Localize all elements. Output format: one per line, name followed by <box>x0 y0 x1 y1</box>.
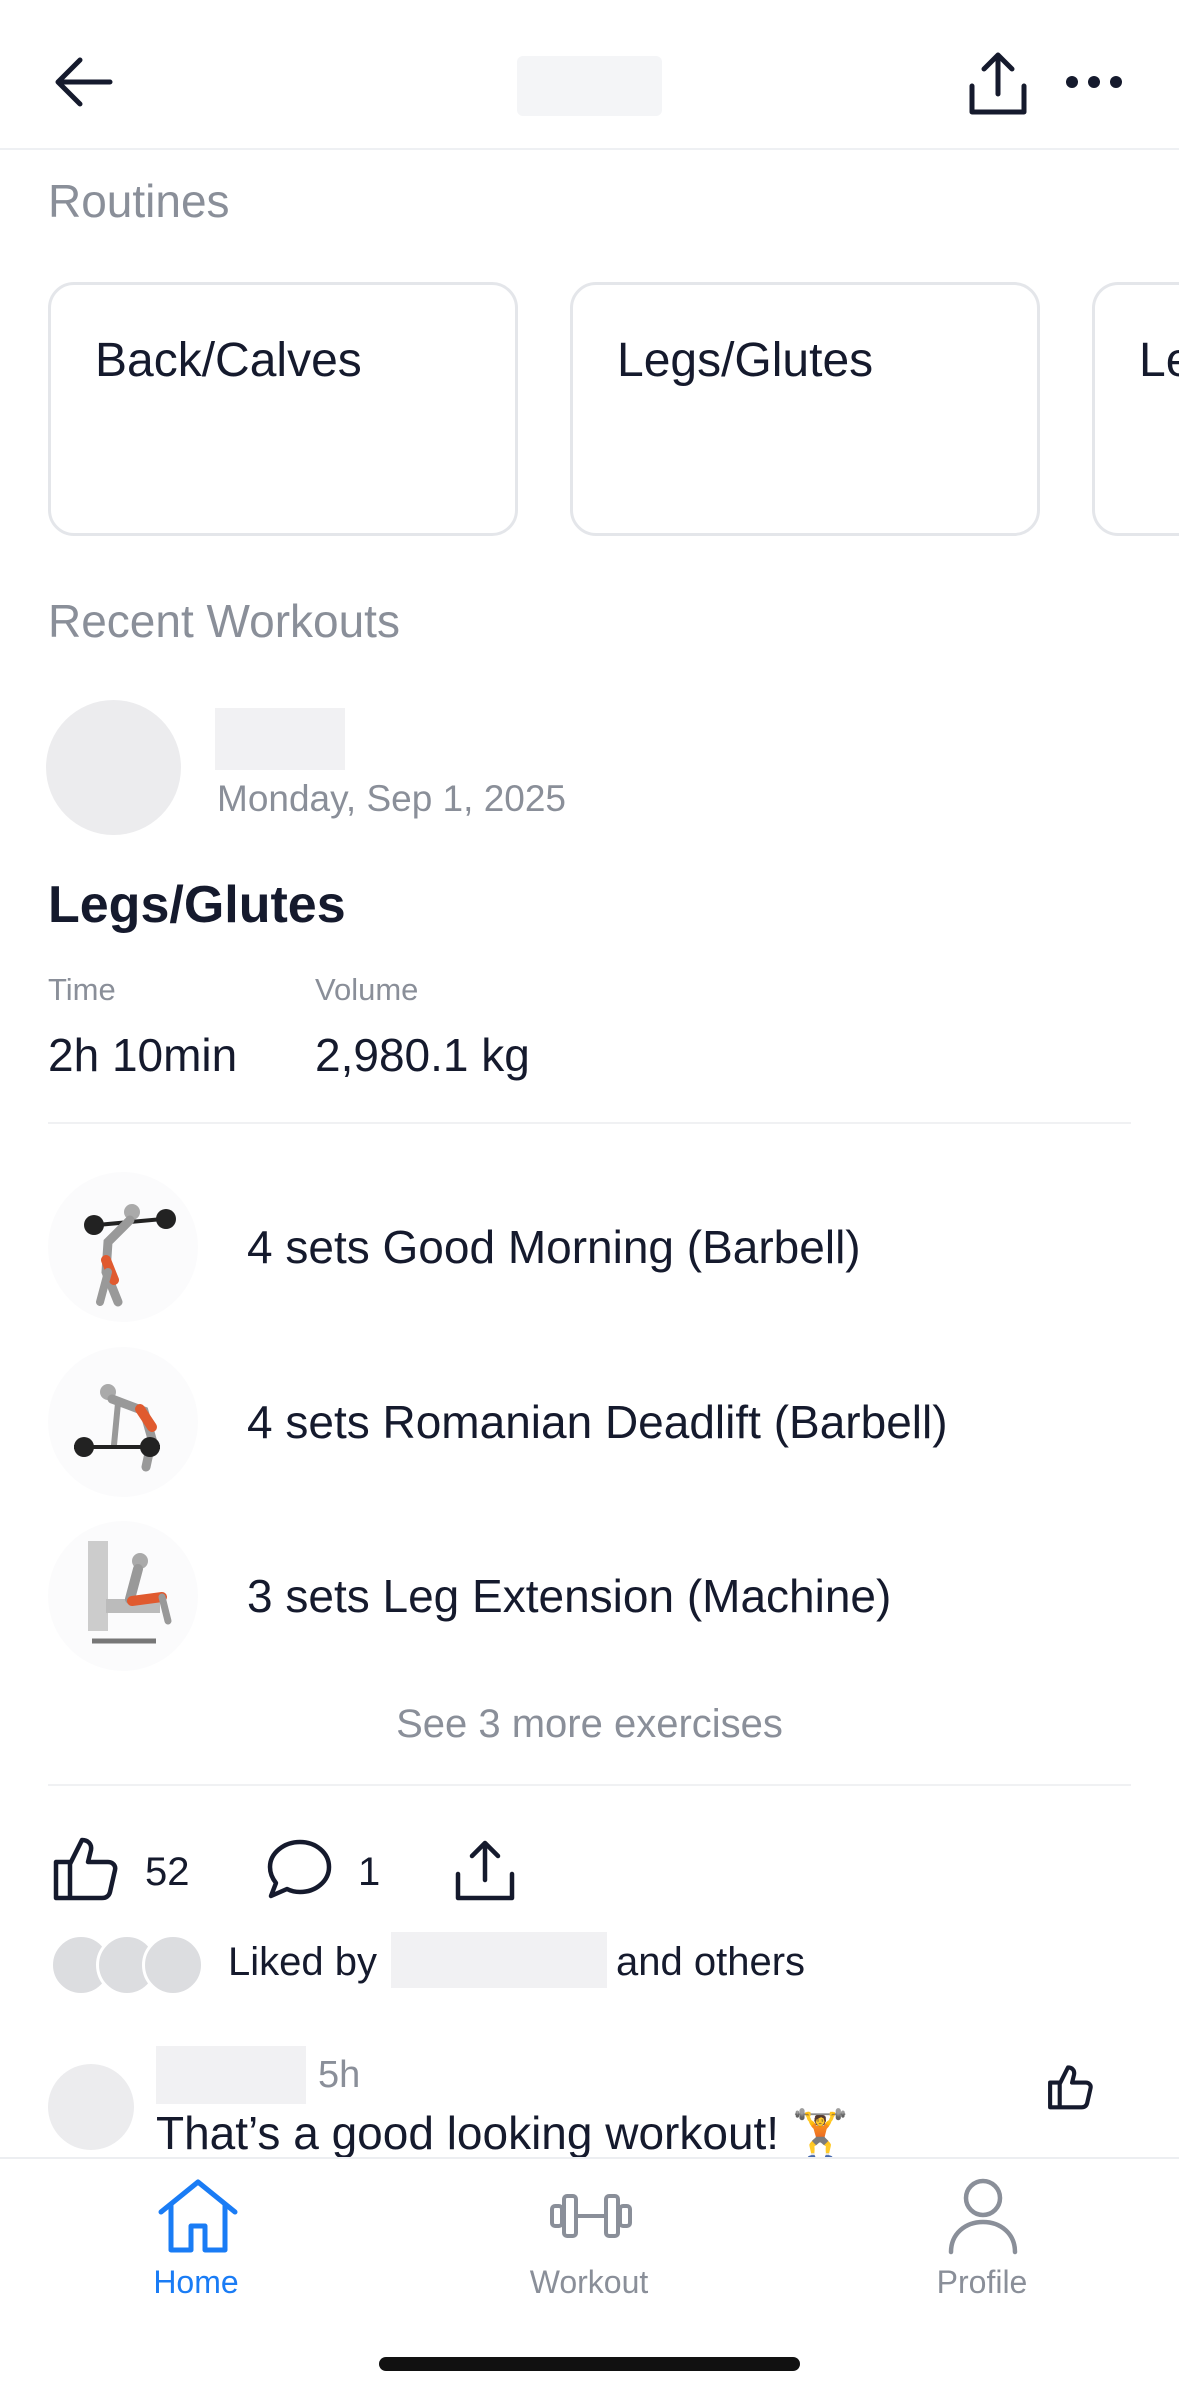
home-indicator <box>379 2357 800 2371</box>
exercise-thumbnail-romanian-deadlift <box>48 1347 198 1497</box>
exercise-item[interactable]: 3 sets Leg Extension (Machine) <box>247 1569 891 1623</box>
home-icon[interactable] <box>155 2176 241 2256</box>
routine-card-partial[interactable]: Le <box>1092 282 1179 536</box>
routine-name: Legs/Glutes <box>617 334 874 387</box>
back-arrow-icon[interactable] <box>52 54 114 110</box>
tab-profile[interactable]: Profile <box>882 2264 1082 2301</box>
time-label: Time <box>48 972 116 1007</box>
like-count: 52 <box>145 1850 190 1894</box>
liked-by-username-placeholder[interactable] <box>391 1932 607 1988</box>
commenter-avatar[interactable] <box>48 2064 134 2150</box>
recent-workouts-section-title: Recent Workouts <box>48 595 400 647</box>
volume-value: 2,980.1 kg <box>315 1029 530 1081</box>
comment-count: 1 <box>358 1850 381 1894</box>
exercise-item[interactable]: 4 sets Good Morning (Barbell) <box>247 1220 861 1274</box>
comment-icon[interactable] <box>264 1836 334 1902</box>
divider <box>48 1122 1131 1124</box>
more-options-icon[interactable] <box>1064 74 1124 90</box>
tab-workout[interactable]: Workout <box>489 2264 689 2301</box>
workout-date: Monday, Sep 1, 2025 <box>217 778 567 819</box>
volume-label: Volume <box>315 972 419 1007</box>
routine-card-back-calves[interactable]: Back/Calves <box>48 282 518 536</box>
exercise-item[interactable]: 4 sets Romanian Deadlift (Barbell) <box>247 1395 948 1449</box>
share-icon[interactable] <box>966 50 1030 118</box>
dumbbell-icon[interactable] <box>548 2186 634 2246</box>
comment-text: That’s a good looking workout! 🏋️ <box>156 2107 850 2159</box>
like-thumbs-up-icon[interactable] <box>50 1832 120 1902</box>
time-value: 2h 10min <box>48 1029 238 1081</box>
tab-home[interactable]: Home <box>96 2264 296 2301</box>
workout-title[interactable]: Legs/Glutes <box>48 875 346 935</box>
see-more-exercises-link[interactable]: See 3 more exercises <box>0 1702 1179 1747</box>
exercise-thumbnail-leg-extension <box>48 1521 198 1671</box>
comment-time: 5h <box>318 2054 361 2096</box>
comment-like-icon[interactable] <box>1046 2062 1094 2110</box>
liked-by-suffix[interactable]: and others <box>616 1940 805 1985</box>
routines-section-title: Routines <box>48 175 230 227</box>
routine-name: Back/Calves <box>95 334 362 387</box>
profile-icon[interactable] <box>946 2176 1020 2256</box>
liker-avatar <box>142 1934 204 1996</box>
divider <box>48 1784 1131 1786</box>
share-post-icon[interactable] <box>452 1838 518 1904</box>
exercise-thumbnail-good-morning <box>48 1172 198 1322</box>
routine-card-legs-glutes[interactable]: Legs/Glutes <box>570 282 1040 536</box>
avatar[interactable] <box>46 700 181 835</box>
routine-name: Le <box>1139 334 1179 387</box>
liked-by-prefix: Liked by <box>228 1940 377 1984</box>
commenter-name-placeholder[interactable] <box>156 2046 306 2104</box>
page-title-placeholder <box>517 56 662 116</box>
username-placeholder[interactable] <box>215 708 345 770</box>
